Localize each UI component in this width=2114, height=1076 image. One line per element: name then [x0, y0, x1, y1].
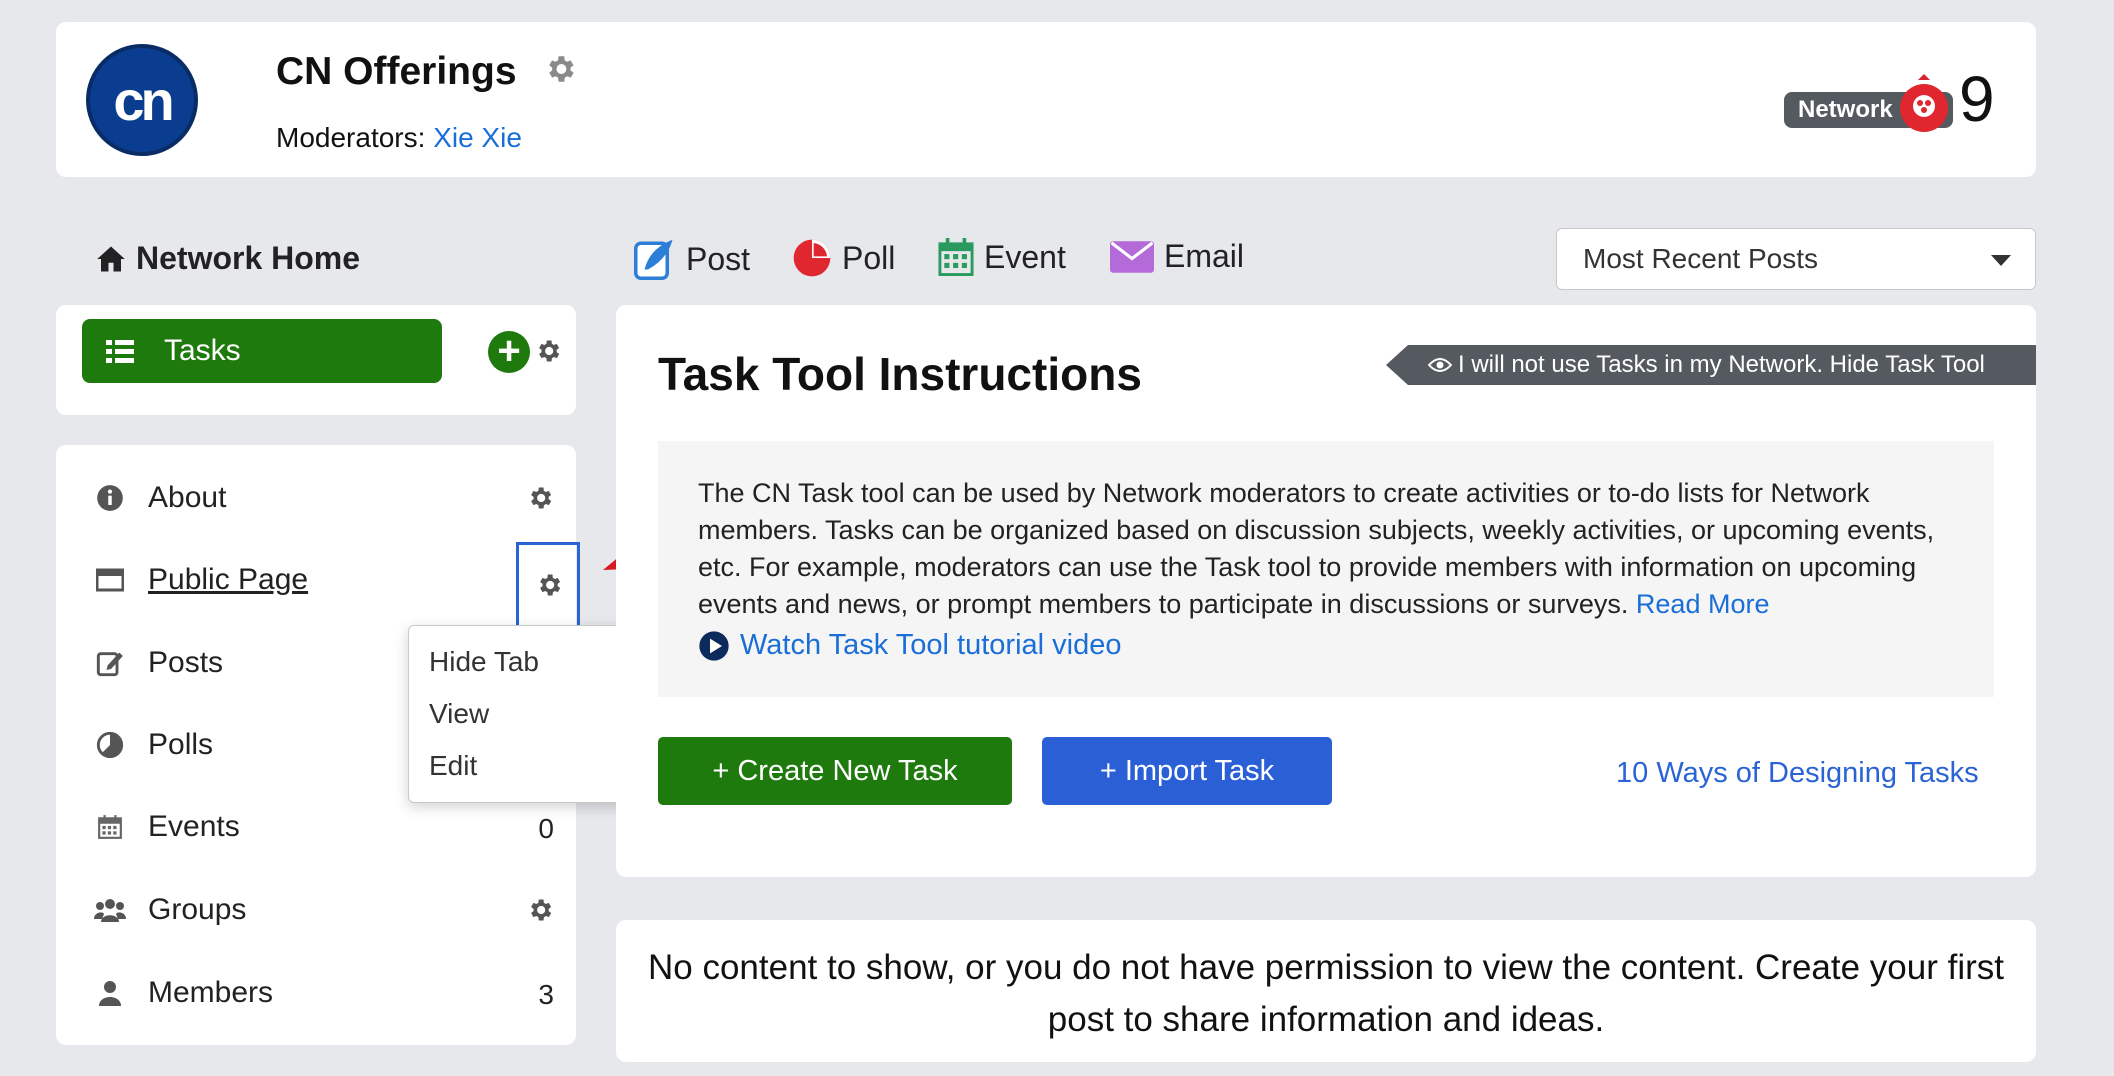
- network-home-link[interactable]: Network Home: [96, 240, 360, 277]
- settings-gear-icon[interactable]: [543, 52, 577, 86]
- task-instructions-card: Task Tool Instructions I will not use Ta…: [616, 305, 2036, 877]
- sidebar-item-events[interactable]: Events 0: [56, 797, 576, 857]
- chevron-down-icon: [1991, 255, 2011, 266]
- tutorial-video-link[interactable]: Watch Task Tool tutorial video: [698, 629, 1122, 662]
- pie-chart-icon: [94, 729, 126, 761]
- event-calendar-icon: [938, 238, 974, 276]
- composer-email[interactable]: Email: [1110, 238, 1244, 275]
- sort-posts-select[interactable]: Most Recent Posts: [1556, 228, 2036, 290]
- menu-item-view[interactable]: View: [429, 698, 489, 730]
- create-new-task-button[interactable]: + Create New Task: [658, 737, 1012, 805]
- email-envelope-icon: [1110, 240, 1154, 273]
- network-count: 9: [1959, 63, 1995, 135]
- groups-gear-icon[interactable]: [526, 896, 554, 924]
- info-icon: [94, 482, 126, 514]
- eye-icon: [1427, 358, 1453, 372]
- poll-icon: [793, 239, 831, 277]
- import-task-button[interactable]: + Import Task: [1042, 737, 1332, 805]
- calendar-icon: [94, 811, 126, 843]
- events-count: 0: [538, 813, 554, 844]
- sidebar-item-members[interactable]: Members 3: [56, 963, 576, 1023]
- edit-icon: [94, 647, 126, 679]
- instructions-box: The CN Task tool can be used by Network …: [658, 441, 1994, 697]
- members-count: 3: [538, 979, 554, 1010]
- instructions-title: Task Tool Instructions: [658, 348, 1142, 400]
- instructions-text: The CN Task tool can be used by Network …: [698, 478, 1935, 619]
- sidebar-item-about[interactable]: About: [56, 468, 576, 528]
- tab-options-menu: Hide Tab View Edit: [408, 625, 646, 803]
- tasks-card: Tasks +: [56, 305, 576, 415]
- add-task-icon[interactable]: +: [488, 331, 530, 373]
- tasks-settings-gear-icon[interactable]: [534, 337, 562, 365]
- network-logo[interactable]: cn: [86, 44, 198, 156]
- moderator-link[interactable]: Xie Xie: [433, 122, 522, 153]
- empty-state-card: No content to show, or you do not have p…: [616, 920, 2036, 1062]
- menu-item-edit[interactable]: Edit: [429, 750, 477, 782]
- network-header: cn CN Offerings Moderators: Xie Xie Netw…: [56, 22, 2036, 177]
- composer-poll[interactable]: Poll: [792, 238, 895, 278]
- home-icon: [97, 246, 125, 271]
- moderators-line: Moderators: Xie Xie: [276, 122, 522, 153]
- post-icon: [634, 239, 673, 280]
- sidebar-item-public-page[interactable]: Public Page: [56, 542, 580, 628]
- public-page-gear-icon[interactable]: [535, 571, 563, 599]
- list-icon: [106, 340, 134, 363]
- composer-event[interactable]: Event: [938, 238, 1066, 276]
- empty-state-text: No content to show, or you do not have p…: [648, 948, 2004, 1039]
- network-title: CN Offerings: [276, 50, 517, 93]
- window-icon: [94, 564, 126, 596]
- users-icon: [94, 894, 126, 926]
- public-page-gear-highlight[interactable]: [516, 542, 580, 628]
- composer-post[interactable]: Post: [634, 238, 750, 280]
- sidebar-item-groups[interactable]: Groups: [56, 880, 576, 940]
- read-more-link[interactable]: Read More: [1636, 589, 1770, 619]
- hide-task-tool-button[interactable]: I will not use Tasks in my Network. Hide…: [1386, 345, 2036, 385]
- play-icon: [699, 630, 729, 661]
- about-gear-icon[interactable]: [526, 484, 554, 512]
- designing-tasks-link[interactable]: 10 Ways of Designing Tasks: [1616, 757, 1979, 790]
- user-icon: [94, 977, 126, 1009]
- tasks-button[interactable]: Tasks: [82, 319, 442, 383]
- pomegranate-icon: [1900, 74, 1948, 132]
- menu-item-hide-tab[interactable]: Hide Tab: [429, 646, 539, 678]
